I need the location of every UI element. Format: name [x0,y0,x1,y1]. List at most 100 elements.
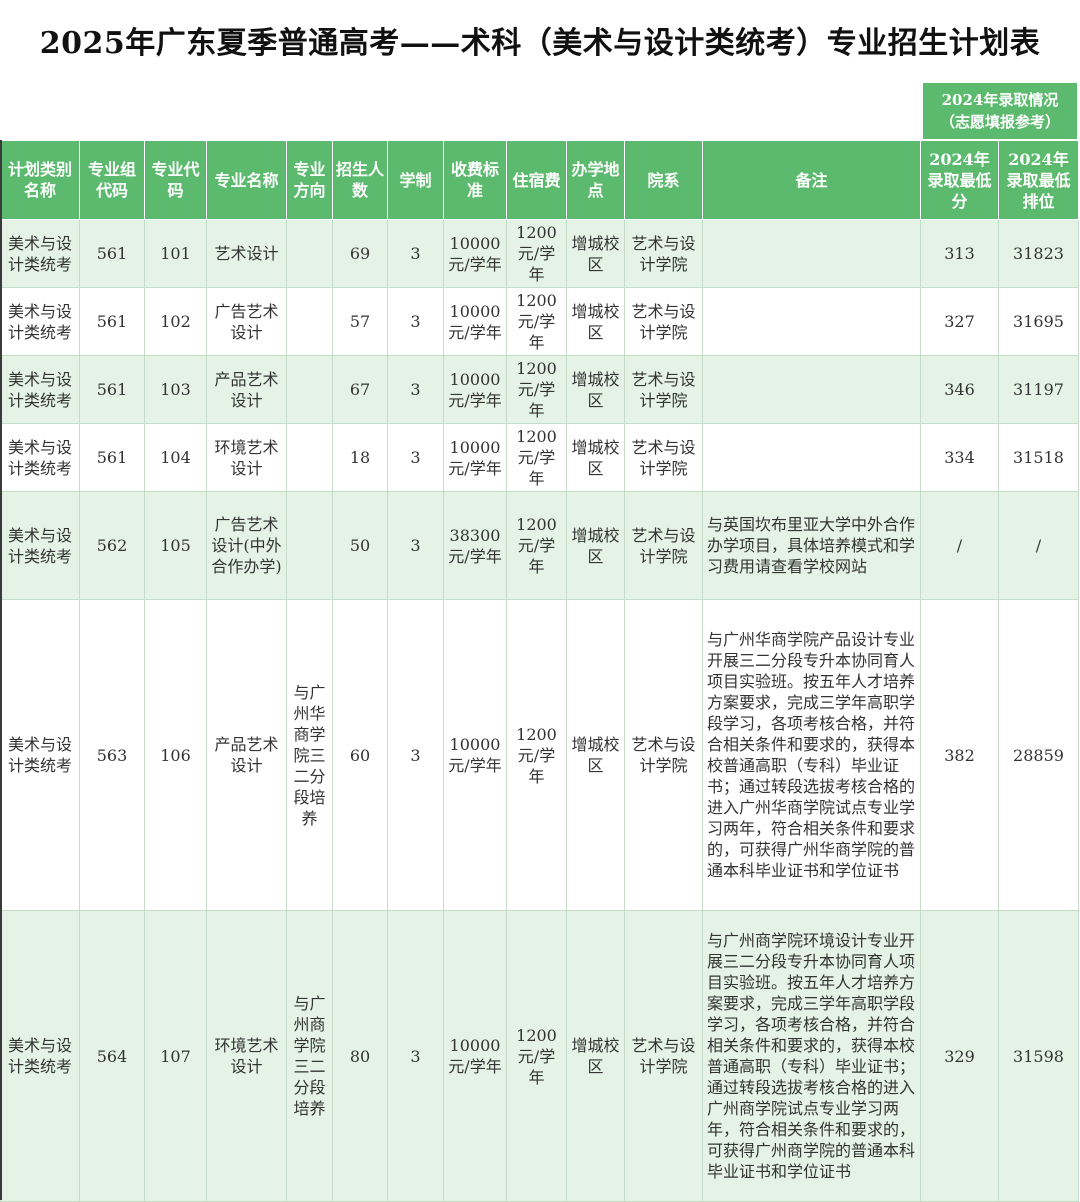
cell-fee: 10000元/学年 [443,219,507,288]
cell-campus: 增城校区 [566,599,625,911]
cell-category: 美术与设计类统考 [0,219,80,288]
cell-dept: 艺术与设计学院 [624,287,703,356]
table-row: 美术与设计类统考 563 106 产品艺术设计 与广州华商学院三二分段培养 60… [0,599,1079,911]
header-note: 备注 [702,140,921,220]
cell-dept: 艺术与设计学院 [624,219,703,288]
cell-note [702,287,921,356]
table-row: 美术与设计类统考 561 104 环境艺术设计 18 3 10000元/学年 1… [0,423,1079,492]
header-group-code: 专业组代码 [79,140,145,220]
table-row: 美术与设计类统考 562 105 广告艺术设计(中外合作办学) 50 3 383… [0,491,1079,600]
cell-min-score: 327 [920,287,999,356]
cell-direction: 与广州商学院三二分段培养 [286,910,333,1202]
cell-note [702,355,921,424]
reference-line-2: （志愿填报参考） [939,113,1060,131]
cell-fee: 10000元/学年 [443,355,507,424]
cell-category: 美术与设计类统考 [0,355,80,424]
cell-note [702,219,921,288]
cell-fee: 10000元/学年 [443,423,507,492]
cell-category: 美术与设计类统考 [0,423,80,492]
cell-campus: 增城校区 [566,423,625,492]
cell-enroll: 67 [332,355,388,424]
cell-major-name: 产品艺术设计 [206,355,287,424]
cell-fee: 10000元/学年 [443,287,507,356]
cell-direction: 与广州华商学院三二分段培养 [286,599,333,911]
cell-min-score: 334 [920,423,999,492]
cell-category: 美术与设计类统考 [0,491,80,600]
cell-direction [286,287,333,356]
cell-enroll: 60 [332,599,388,911]
cell-dorm: 1200元/学年 [506,423,567,492]
cell-direction [286,219,333,288]
header-direction: 专业方向 [286,140,333,220]
cell-major-name: 广告艺术设计 [206,287,287,356]
cell-dorm: 1200元/学年 [506,910,567,1202]
cell-direction [286,491,333,600]
cell-campus: 增城校区 [566,355,625,424]
cell-min-rank: 31598 [998,910,1079,1202]
header-major-code: 专业代码 [144,140,207,220]
cell-major-code: 102 [144,287,207,356]
cell-group-code: 561 [79,219,145,288]
cell-dept: 艺术与设计学院 [624,910,703,1202]
cell-dorm: 1200元/学年 [506,219,567,288]
cell-major-code: 106 [144,599,207,911]
header-dorm: 住宿费 [506,140,567,220]
cell-years: 3 [387,910,444,1202]
cell-dept: 艺术与设计学院 [624,491,703,600]
cell-min-rank: / [998,491,1079,600]
cell-category: 美术与设计类统考 [0,287,80,356]
cell-campus: 增城校区 [566,219,625,288]
cell-years: 3 [387,219,444,288]
left-border-line [0,140,2,1200]
enrollment-plan-table: 计划类别名称 专业组代码 专业代码 专业名称 专业方向 招生人数 学制 收费标准… [0,140,1079,1202]
cell-note: 与广州商学院环境设计专业开展三二分段专升本协同育人项目实验班。按五年人才培养方案… [702,910,921,1202]
cell-campus: 增城校区 [566,287,625,356]
cell-major-name: 艺术设计 [206,219,287,288]
cell-major-name: 产品艺术设计 [206,599,287,911]
header-campus: 办学地点 [566,140,625,220]
cell-years: 3 [387,423,444,492]
cell-min-score: 346 [920,355,999,424]
cell-min-rank: 31197 [998,355,1079,424]
table-row: 美术与设计类统考 561 101 艺术设计 69 3 10000元/学年 120… [0,219,1079,288]
header-category: 计划类别名称 [0,140,80,220]
header-enroll: 招生人数 [332,140,388,220]
header-fee: 收费标准 [443,140,507,220]
cell-dept: 艺术与设计学院 [624,355,703,424]
cell-enroll: 57 [332,287,388,356]
cell-years: 3 [387,599,444,911]
cell-note: 与广州华商学院产品设计专业开展三二分段专升本协同育人项目实验班。按五年人才培养方… [702,599,921,911]
cell-major-name: 环境艺术设计 [206,423,287,492]
cell-major-name: 广告艺术设计(中外合作办学) [206,491,287,600]
cell-min-rank: 28859 [998,599,1079,911]
header-min-rank: 2024年录取最低排位 [998,140,1079,220]
cell-enroll: 18 [332,423,388,492]
cell-group-code: 563 [79,599,145,911]
header-major-name: 专业名称 [206,140,287,220]
cell-campus: 增城校区 [566,910,625,1202]
cell-group-code: 561 [79,287,145,356]
cell-group-code: 561 [79,355,145,424]
table-row: 美术与设计类统考 564 107 环境艺术设计 与广州商学院三二分段培养 80 … [0,910,1079,1202]
cell-major-name: 环境艺术设计 [206,910,287,1202]
cell-campus: 增城校区 [566,491,625,600]
cell-group-code: 561 [79,423,145,492]
cell-major-code: 101 [144,219,207,288]
cell-major-code: 104 [144,423,207,492]
cell-years: 3 [387,491,444,600]
table-row: 美术与设计类统考 561 103 产品艺术设计 67 3 10000元/学年 1… [0,355,1079,424]
cell-category: 美术与设计类统考 [0,910,80,1202]
cell-min-score: 313 [920,219,999,288]
cell-dept: 艺术与设计学院 [624,599,703,911]
cell-fee: 10000元/学年 [443,599,507,911]
cell-group-code: 562 [79,491,145,600]
header-years: 学制 [387,140,444,220]
cell-group-code: 564 [79,910,145,1202]
cell-major-code: 103 [144,355,207,424]
cell-note: 与英国坎布里亚大学中外合作办学项目，具体培养模式和学习费用请查看学校网站 [702,491,921,600]
cell-min-rank: 31518 [998,423,1079,492]
cell-fee: 38300元/学年 [443,491,507,600]
cell-enroll: 69 [332,219,388,288]
cell-min-rank: 31823 [998,219,1079,288]
cell-years: 3 [387,287,444,356]
